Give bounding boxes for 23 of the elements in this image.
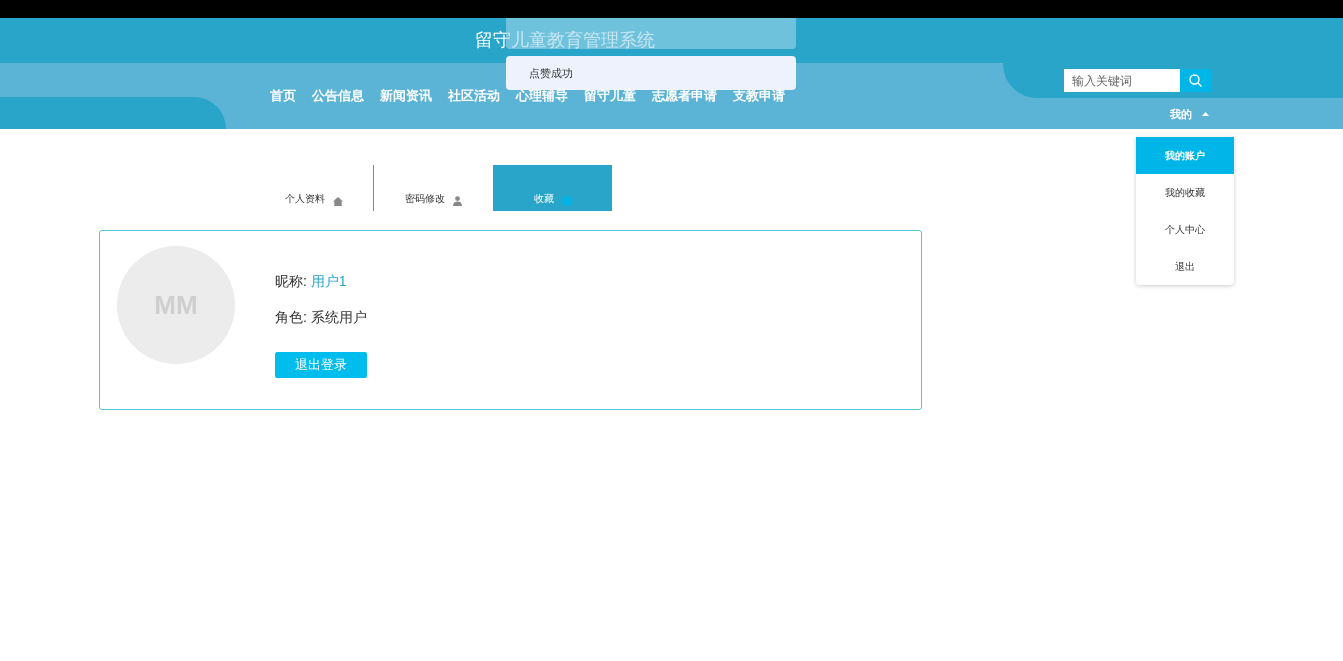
nickname-text: 昵称: 用户1 bbox=[275, 272, 348, 291]
tab[interactable]: 个人资料 bbox=[255, 165, 374, 211]
home-icon bbox=[333, 197, 343, 206]
search-icon bbox=[1189, 74, 1202, 87]
site-title: 留守儿童教育管理系统 bbox=[475, 29, 655, 52]
nav-link[interactable]: 新闻资讯 bbox=[372, 86, 440, 106]
nav-link[interactable]: 公告信息 bbox=[304, 86, 372, 106]
search-button[interactable] bbox=[1180, 69, 1211, 92]
menu-item[interactable]: 退出 bbox=[1136, 248, 1234, 285]
user-icon bbox=[453, 196, 462, 206]
logout-button[interactable]: 退出登录 bbox=[275, 352, 367, 378]
nav-link[interactable]: 首页 bbox=[262, 86, 304, 106]
user-menu-button[interactable]: 我的 bbox=[1170, 106, 1209, 123]
search-field[interactable]: 输入关键词 bbox=[1064, 69, 1180, 92]
dot-icon bbox=[561, 196, 572, 206]
menu-item[interactable]: 我的账户 bbox=[1136, 137, 1234, 174]
menu-item[interactable]: 我的收藏 bbox=[1136, 174, 1234, 211]
tab[interactable]: 密码修改 bbox=[374, 165, 493, 211]
toast-message: 点赞成功 bbox=[506, 56, 796, 90]
nav-link[interactable]: 社区活动 bbox=[440, 86, 508, 106]
tab[interactable]: 收藏 bbox=[493, 165, 612, 211]
role-text: 角色: 系统用户 bbox=[275, 308, 367, 327]
menu-item[interactable]: 个人中心 bbox=[1136, 211, 1234, 248]
